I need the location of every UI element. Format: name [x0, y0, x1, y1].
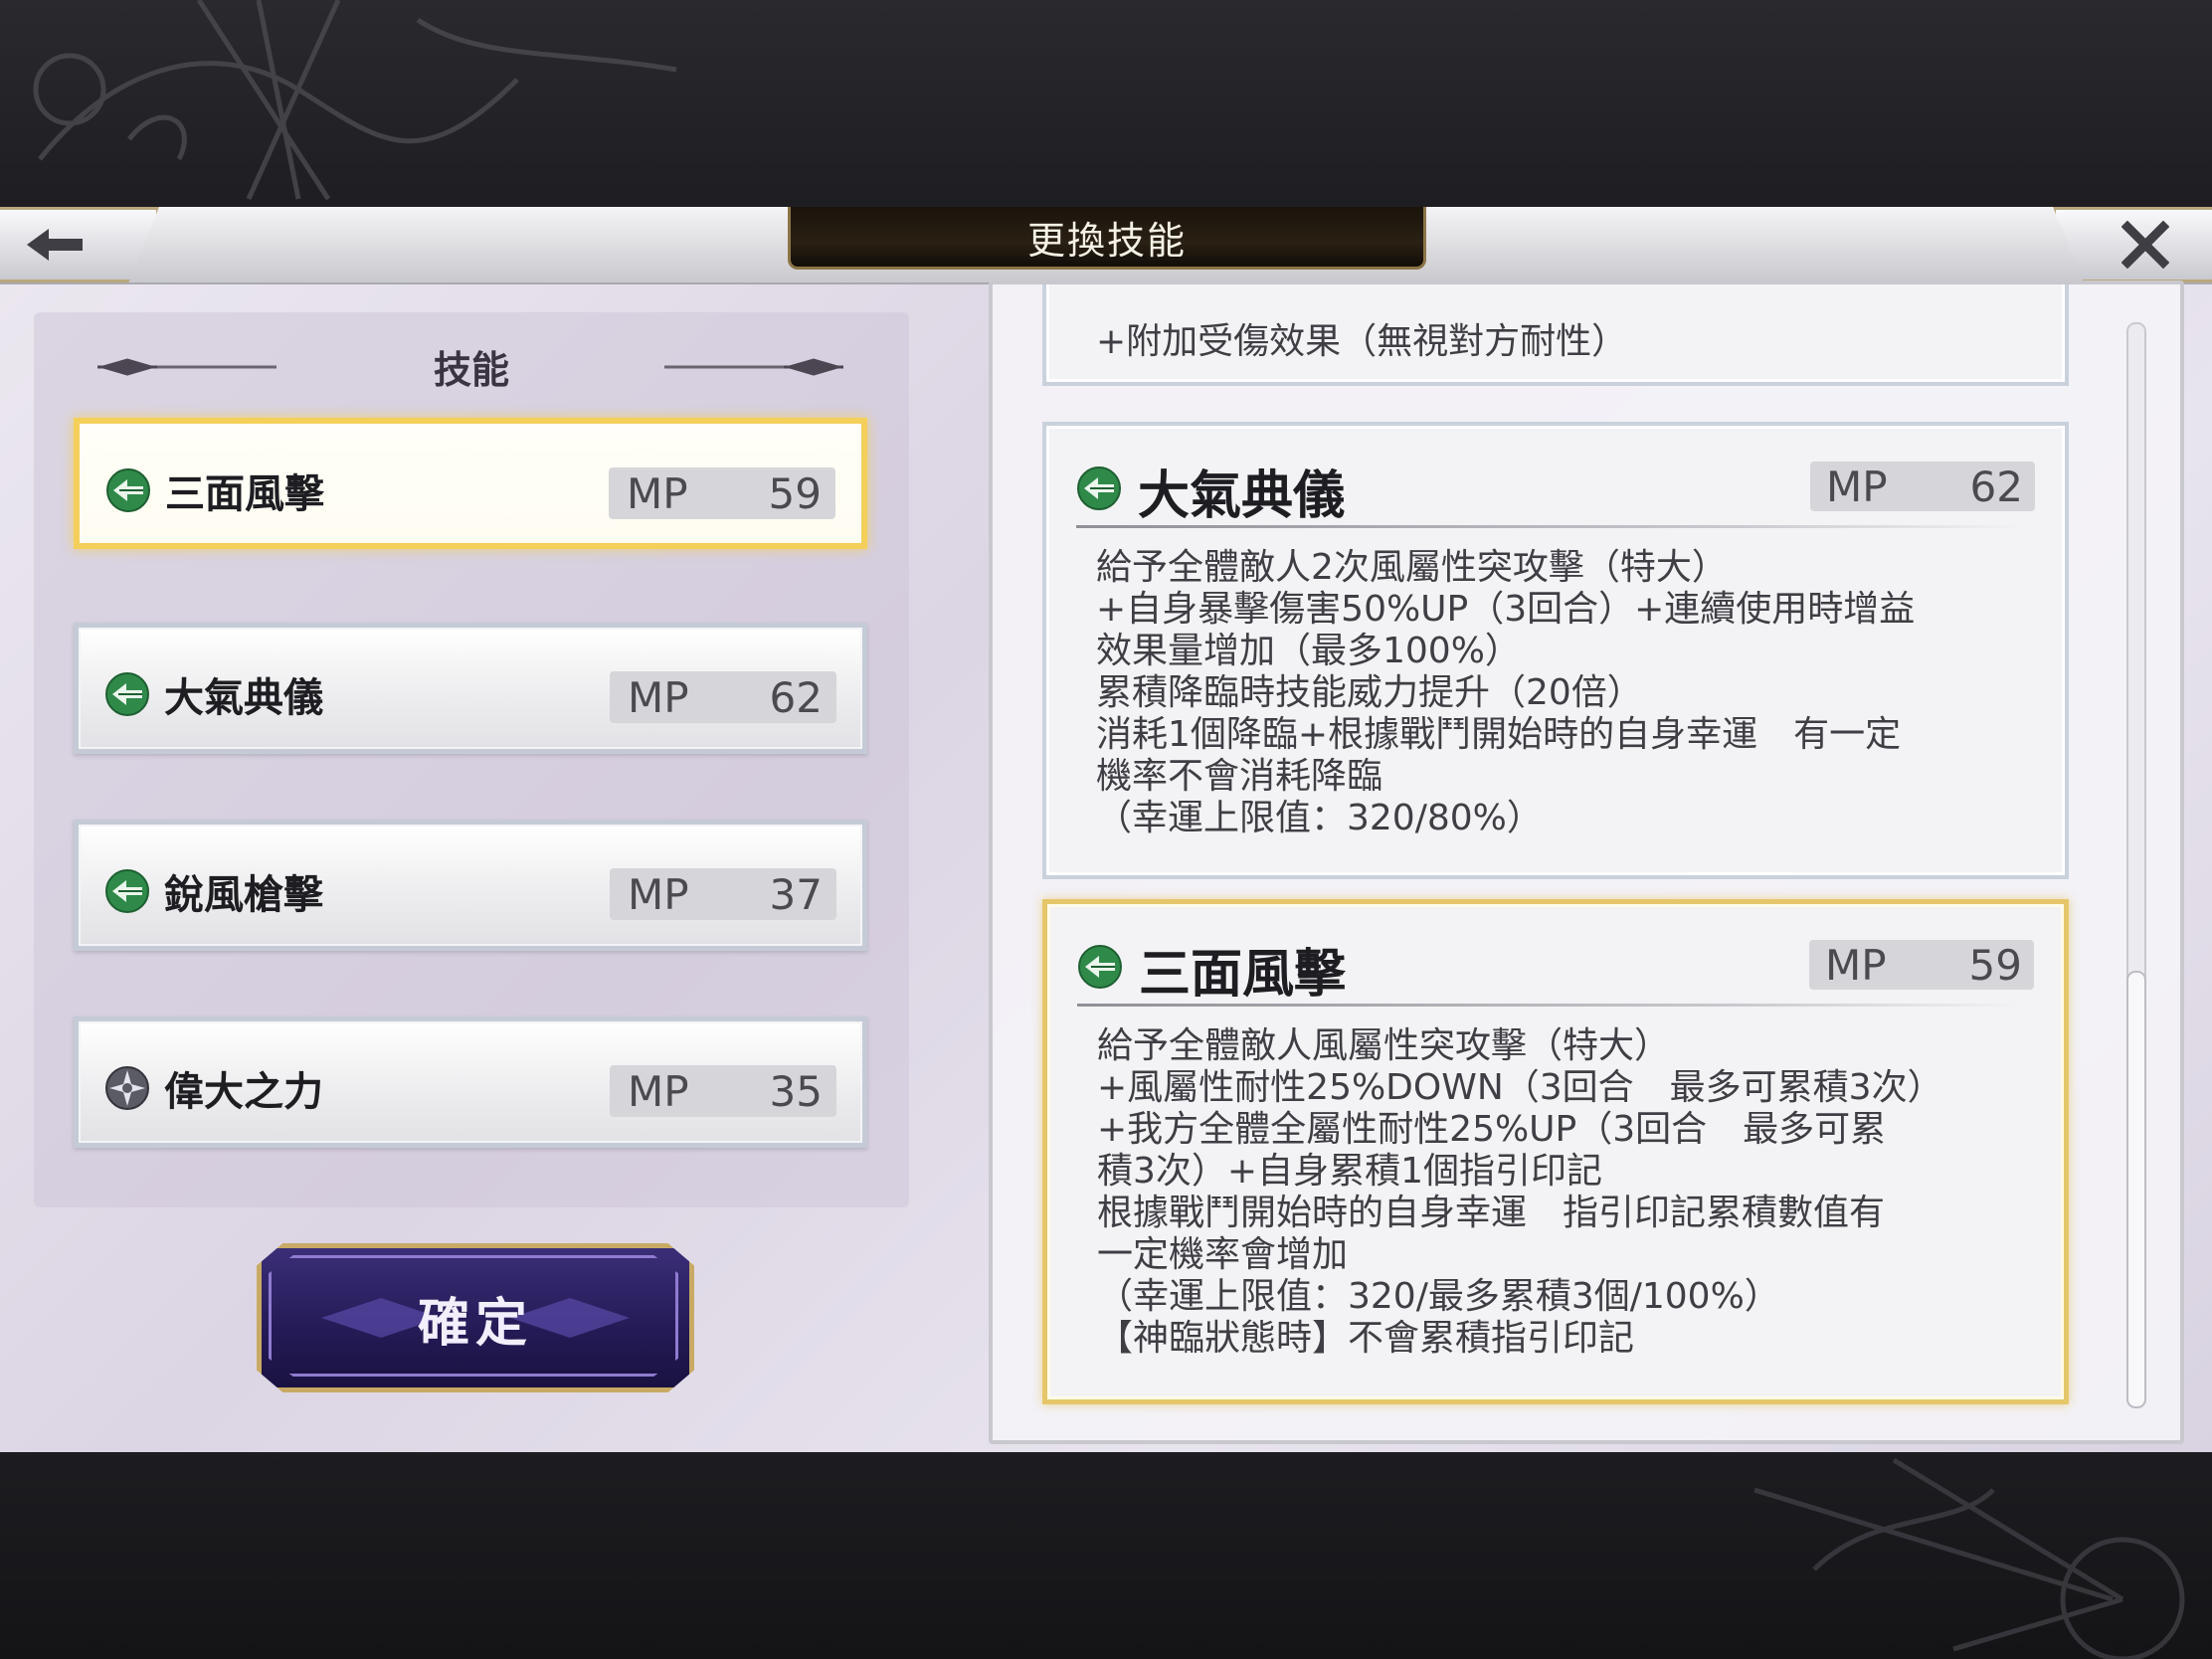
skill-description-line: 消耗1個降臨+根據戰鬥開始時的自身幸運 有一定 — [1096, 714, 1902, 755]
wind-element-icon — [106, 468, 150, 512]
mp-cost-badge: MP 62 — [610, 671, 836, 723]
mp-cost-badge: MP 59 — [609, 467, 835, 519]
mp-value: 62 — [1969, 461, 2023, 511]
close-icon — [2121, 221, 2169, 269]
skill-name: 銳風槍擊 — [164, 871, 323, 918]
skill-detail-name: 大氣典儀 — [1138, 465, 1346, 526]
compass-star-icon — [105, 1066, 149, 1110]
skill-description-line: 一定機率會增加 — [1097, 1234, 1349, 1275]
skill-description-line: 累積降臨時技能威力提升（20倍） — [1096, 672, 1643, 713]
skill-description-line: +自身暴擊傷害50%UP（3回合）+連續使用時增益 — [1096, 589, 1916, 630]
mp-value: 62 — [769, 672, 823, 722]
skill-row-sharp-wind-spear[interactable]: 銳風槍擊 MP 37 — [74, 820, 867, 951]
mp-cost-badge: MP 37 — [610, 868, 836, 920]
confirm-button-label: 確定 — [417, 1292, 533, 1354]
wind-element-icon — [105, 672, 149, 716]
mp-value: 35 — [769, 1066, 823, 1116]
skill-description: 給予全體敵人2次風屬性突攻擊（特大） +自身暴擊傷害50%UP（3回合）+連續使… — [1096, 547, 2029, 839]
skill-description-line: +風屬性耐性25%DOWN（3回合 最多可累積3次） — [1097, 1067, 1943, 1108]
divider — [1077, 1004, 2024, 1007]
skill-row-atmosphere-ritual[interactable]: 大氣典儀 MP 62 — [74, 623, 867, 754]
mp-label: MP — [1826, 461, 1888, 511]
skill-card-three-wind-strike: 三面風擊 MP 59 給予全體敵人風屬性突攻擊（特大） +風屬性耐性25%DOW… — [1042, 899, 2069, 1404]
divider — [1076, 525, 2025, 528]
scrollbar-thumb[interactable] — [2126, 971, 2146, 1408]
mp-label: MP — [628, 869, 689, 919]
page-title: 更換技能 — [1026, 218, 1187, 263]
skill-description-line: 給予全體敵人風屬性突攻擊（特大） — [1097, 1025, 1671, 1066]
skill-description-line: 機率不會消耗降臨 — [1096, 756, 1383, 797]
mp-cost-badge: MP 35 — [610, 1065, 836, 1117]
skill-description-line: 根據戰鬥開始時的自身幸運 指引印記累積數值有 — [1097, 1193, 1886, 1233]
skill-description-line: +附加受傷效果（無視對方耐性） — [1096, 321, 1628, 362]
skill-description: 給予全體敵人風屬性突攻擊（特大） +風屬性耐性25%DOWN（3回合 最多可累積… — [1097, 1025, 2028, 1360]
mp-cost-badge: MP 62 — [1810, 461, 2035, 511]
mp-value: 59 — [1968, 940, 2022, 990]
skill-description-line: 積3次）+自身累積1個指引印記 — [1097, 1151, 1602, 1192]
mp-value: 59 — [768, 468, 822, 518]
dialog-title-plate: 更換技能 — [788, 207, 1426, 270]
ornament-bottom-decoration — [1753, 1457, 2185, 1659]
skill-description-line: （幸運上限值：320/最多累積3個/100%） — [1097, 1276, 1780, 1317]
skill-detail-panel[interactable]: +附加受傷效果（無視對方耐性） 大氣典儀 MP 62 給予全體敵人2次風屬性突攻… — [989, 280, 2184, 1444]
skill-description-line: 【神臨狀態時】不會累積指引印記 — [1097, 1318, 1635, 1359]
skill-description-line: 給予全體敵人2次風屬性突攻擊（特大） — [1096, 547, 1728, 588]
previous-skill-card: +附加受傷效果（無視對方耐性） — [1042, 284, 2069, 386]
wind-element-icon — [1078, 945, 1122, 989]
skill-detail-name: 三面風擊 — [1139, 944, 1347, 1005]
skill-name: 偉大之力 — [164, 1068, 323, 1115]
skill-name: 三面風擊 — [165, 470, 324, 517]
mp-label: MP — [628, 672, 689, 722]
mp-label: MP — [627, 468, 688, 518]
skill-description-line: +我方全體全屬性耐性25%UP（3回合 最多可累 — [1097, 1109, 1887, 1150]
mp-value: 37 — [769, 869, 823, 919]
skill-description-line: 效果量增加（最多100%） — [1096, 631, 1521, 671]
skill-description-line: （幸運上限值：320/80%） — [1096, 798, 1543, 838]
skill-row-great-power[interactable]: 偉大之力 MP 35 — [74, 1016, 867, 1148]
arrow-left-icon — [27, 229, 83, 261]
mp-label: MP — [628, 1066, 689, 1116]
skill-name: 大氣典儀 — [164, 674, 323, 721]
wind-element-icon — [1077, 466, 1121, 510]
wind-element-icon — [105, 869, 149, 913]
mp-cost-badge: MP 59 — [1809, 940, 2034, 990]
skill-card-atmosphere-ritual: 大氣典儀 MP 62 給予全體敵人2次風屬性突攻擊（特大） +自身暴擊傷害50%… — [1042, 422, 2069, 879]
skill-row-three-wind-strike[interactable]: 三面風擊 MP 59 — [74, 418, 867, 549]
confirm-button[interactable]: 確定 — [257, 1243, 694, 1392]
ornament-top-decoration — [33, 0, 677, 201]
title-ornament-right — [664, 358, 843, 376]
mp-label: MP — [1825, 940, 1887, 990]
